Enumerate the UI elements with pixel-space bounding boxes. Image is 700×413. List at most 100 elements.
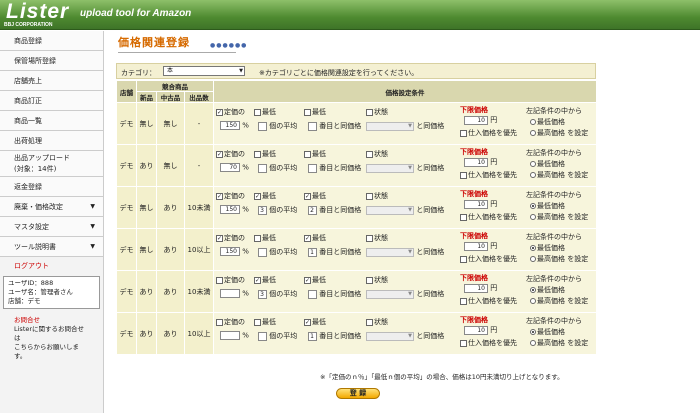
lowest-rank-checkbox[interactable]: ✓ bbox=[304, 234, 311, 242]
condition-select[interactable]: ▼ bbox=[366, 163, 414, 173]
condition-checkbox[interactable] bbox=[366, 108, 373, 116]
pct-input[interactable] bbox=[220, 289, 240, 298]
min-radio[interactable] bbox=[530, 203, 536, 209]
header-store: 店舗 bbox=[116, 80, 137, 103]
sidebar-item[interactable]: 商品訂正 bbox=[0, 91, 103, 111]
avg-count-input[interactable]: 3 bbox=[258, 205, 267, 215]
max-radio[interactable] bbox=[530, 214, 536, 220]
sidebar-item[interactable]: 商品一覧 bbox=[0, 111, 103, 131]
condition-select[interactable]: ▼ bbox=[366, 289, 414, 299]
pct-input[interactable]: 150 bbox=[220, 205, 240, 214]
sidebar-item-label: 店舗売上 bbox=[14, 77, 42, 85]
lowest-rank-checkbox[interactable] bbox=[304, 150, 311, 158]
fixed-checkbox[interactable] bbox=[216, 318, 223, 326]
max-radio[interactable] bbox=[530, 130, 536, 136]
sidebar: 商品登録 保管場所登録店舗売上商品訂正 商品一覧 出荷処理 出品アップロード (対象：14… bbox=[0, 31, 104, 413]
fixed-checkbox[interactable]: ✓ bbox=[216, 108, 223, 116]
condition-select[interactable]: ▼ bbox=[366, 121, 414, 131]
max-radio[interactable] bbox=[530, 256, 536, 262]
avg-count-input[interactable]: 3 bbox=[258, 289, 267, 299]
limit-input[interactable]: 10 bbox=[464, 325, 488, 335]
sidebar-item[interactable]: 商品登録 bbox=[0, 31, 103, 51]
avg-count-input[interactable] bbox=[258, 121, 267, 131]
rank-input[interactable]: 1 bbox=[308, 331, 317, 341]
limit-input[interactable]: 10 bbox=[464, 157, 488, 167]
limit-input[interactable]: 10 bbox=[464, 115, 488, 125]
lowest-rank-checkbox[interactable] bbox=[304, 108, 311, 116]
min-radio[interactable] bbox=[530, 287, 536, 293]
condition-checkbox[interactable] bbox=[366, 192, 373, 200]
avg-count-input[interactable] bbox=[258, 331, 267, 341]
prefer-checkbox[interactable] bbox=[460, 213, 467, 221]
rank-input[interactable] bbox=[308, 163, 317, 173]
limit-input[interactable]: 10 bbox=[464, 199, 488, 209]
sidebar-item[interactable]: 廃棄・価格改定 ▼ bbox=[0, 197, 103, 217]
header-used: 中古品 bbox=[156, 91, 185, 103]
register-button[interactable]: 登 録 bbox=[336, 388, 380, 399]
fixed-checkbox[interactable] bbox=[216, 276, 223, 284]
lowest-avg-checkbox[interactable] bbox=[254, 234, 261, 242]
rank-input[interactable] bbox=[308, 121, 317, 131]
prefer-checkbox[interactable] bbox=[460, 255, 467, 263]
prefer-checkbox[interactable] bbox=[460, 129, 467, 137]
sidebar-item[interactable]: 店舗売上 bbox=[0, 71, 103, 91]
lowest-label: 最低 bbox=[312, 150, 326, 158]
lowest-avg-checkbox[interactable] bbox=[254, 318, 261, 326]
avg-count-input[interactable] bbox=[258, 163, 267, 173]
lowest-avg-checkbox[interactable]: ✓ bbox=[254, 276, 261, 284]
sidebar-item[interactable]: 返金登録 bbox=[0, 177, 103, 197]
limit-input[interactable]: 10 bbox=[464, 283, 488, 293]
pct-input[interactable]: 70 bbox=[220, 163, 240, 172]
prefer-checkbox[interactable] bbox=[460, 297, 467, 305]
condition-checkbox[interactable] bbox=[366, 318, 373, 326]
condition-select[interactable]: ▼ bbox=[366, 331, 414, 341]
category-selected-value: 本 bbox=[167, 67, 174, 74]
fixed-checkbox[interactable]: ✓ bbox=[216, 150, 223, 158]
condition-select[interactable]: ▼ bbox=[366, 205, 414, 215]
lowest-avg-checkbox[interactable] bbox=[254, 108, 261, 116]
rank-input[interactable] bbox=[308, 289, 317, 299]
lowest-rank-checkbox[interactable]: ✓ bbox=[304, 276, 311, 284]
contact-title[interactable]: お問合せ bbox=[14, 316, 89, 325]
lowest-rank-checkbox[interactable]: ✓ bbox=[304, 192, 311, 200]
condition-select[interactable]: ▼ bbox=[366, 247, 414, 257]
min-radio[interactable] bbox=[530, 329, 536, 335]
pct-unit: % bbox=[242, 331, 249, 340]
condition-checkbox[interactable] bbox=[366, 276, 373, 284]
lowest-rank-checkbox[interactable]: ✓ bbox=[304, 318, 311, 326]
lowest-avg-checkbox[interactable] bbox=[254, 150, 261, 158]
condition-checkbox[interactable] bbox=[366, 150, 373, 158]
set-label: を設定 bbox=[567, 339, 589, 347]
sidebar-item[interactable]: 出品アップロード (対象：14件) bbox=[0, 151, 103, 177]
min-radio[interactable] bbox=[530, 245, 536, 251]
prefer-checkbox[interactable] bbox=[460, 171, 467, 179]
condition-checkbox[interactable] bbox=[366, 234, 373, 242]
rank-label: 番目と同価格 bbox=[319, 290, 362, 298]
limit-input[interactable]: 10 bbox=[464, 241, 488, 251]
yen-unit: 円 bbox=[490, 116, 498, 124]
rank-input[interactable]: 1 bbox=[308, 247, 317, 257]
sidebar-item[interactable]: 出荷処理 bbox=[0, 131, 103, 151]
user-name: ユーザ名：管理者さん bbox=[8, 288, 73, 296]
limit-label: 下限価格 bbox=[460, 106, 488, 114]
pct-input[interactable]: 150 bbox=[220, 121, 240, 130]
min-radio[interactable] bbox=[530, 119, 536, 125]
rank-input[interactable]: 2 bbox=[308, 205, 317, 215]
avg-count-input[interactable] bbox=[258, 247, 267, 257]
logout-link[interactable]: ログアウト bbox=[0, 257, 103, 273]
min-radio[interactable] bbox=[530, 161, 536, 167]
fixed-checkbox[interactable]: ✓ bbox=[216, 192, 223, 200]
min-label: 最低価格 bbox=[537, 244, 565, 252]
sidebar-item[interactable]: マスタ設定 ▼ bbox=[0, 217, 103, 237]
max-radio[interactable] bbox=[530, 172, 536, 178]
sidebar-item[interactable]: ツール説明書 ▼ bbox=[0, 237, 103, 257]
category-select[interactable]: 本 ▼ bbox=[163, 66, 245, 76]
pct-input[interactable]: 150 bbox=[220, 247, 240, 256]
fixed-checkbox[interactable]: ✓ bbox=[216, 234, 223, 242]
prefer-checkbox[interactable] bbox=[460, 339, 467, 347]
sidebar-item[interactable]: 保管場所登録 bbox=[0, 51, 103, 71]
pct-input[interactable] bbox=[220, 331, 240, 340]
lowest-avg-checkbox[interactable]: ✓ bbox=[254, 192, 261, 200]
max-radio[interactable] bbox=[530, 298, 536, 304]
max-radio[interactable] bbox=[530, 340, 536, 346]
